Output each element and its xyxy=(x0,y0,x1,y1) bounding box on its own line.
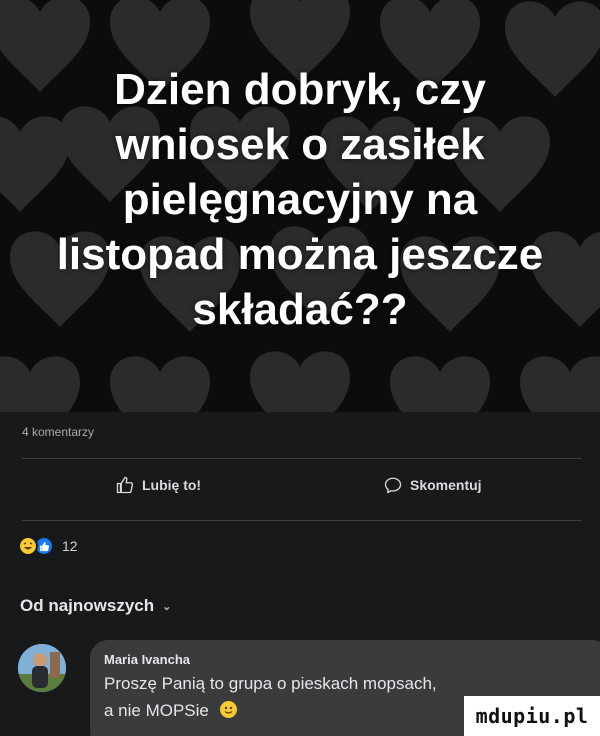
post-text-line: wniosek o zasiłek xyxy=(115,120,485,169)
smile-emoji-icon xyxy=(219,701,237,718)
sort-label: Od najnowszych xyxy=(20,596,155,615)
comment-button[interactable]: Skomentuj xyxy=(384,476,482,494)
divider xyxy=(22,458,582,459)
watermark-logo: mdupiu.pl xyxy=(464,696,600,736)
reactions-summary[interactable]: 12 xyxy=(18,536,78,556)
divider xyxy=(22,520,582,521)
post-text: Dzien dobryk, czy wniosek o zasiłek piel… xyxy=(0,62,600,337)
post-text-line: pielęgnacyjny na xyxy=(122,175,478,224)
post-text-line: listopad można jeszcze xyxy=(56,230,544,279)
comments-count[interactable]: 4 komentarzy xyxy=(22,425,94,439)
speech-bubble-icon xyxy=(384,477,402,494)
comment-text-line: a nie MOPSie xyxy=(104,701,209,720)
comment-label: Skomentuj xyxy=(410,477,482,493)
post-text-line: Dzien dobryk, czy xyxy=(114,65,486,114)
post-background: Dzien dobryk, czy wniosek o zasiłek piel… xyxy=(0,0,600,412)
action-row: Lubię to! Skomentuj xyxy=(0,476,600,506)
comment-author[interactable]: Maria Ivancha xyxy=(104,652,596,667)
thumbs-up-icon xyxy=(116,476,134,494)
comment-text-line: Proszę Panią to grupa o pieskach mopsach… xyxy=(104,674,437,693)
sort-dropdown[interactable]: Od najnowszych ⌄ xyxy=(20,596,171,616)
chevron-down-icon: ⌄ xyxy=(162,600,172,613)
reaction-count: 12 xyxy=(62,538,78,554)
avatar[interactable] xyxy=(18,644,66,692)
like-label: Lubię to! xyxy=(142,477,202,493)
haha-reaction-icon xyxy=(18,536,38,556)
post-text-line: składać?? xyxy=(192,285,408,334)
like-button[interactable]: Lubię to! xyxy=(116,476,201,494)
